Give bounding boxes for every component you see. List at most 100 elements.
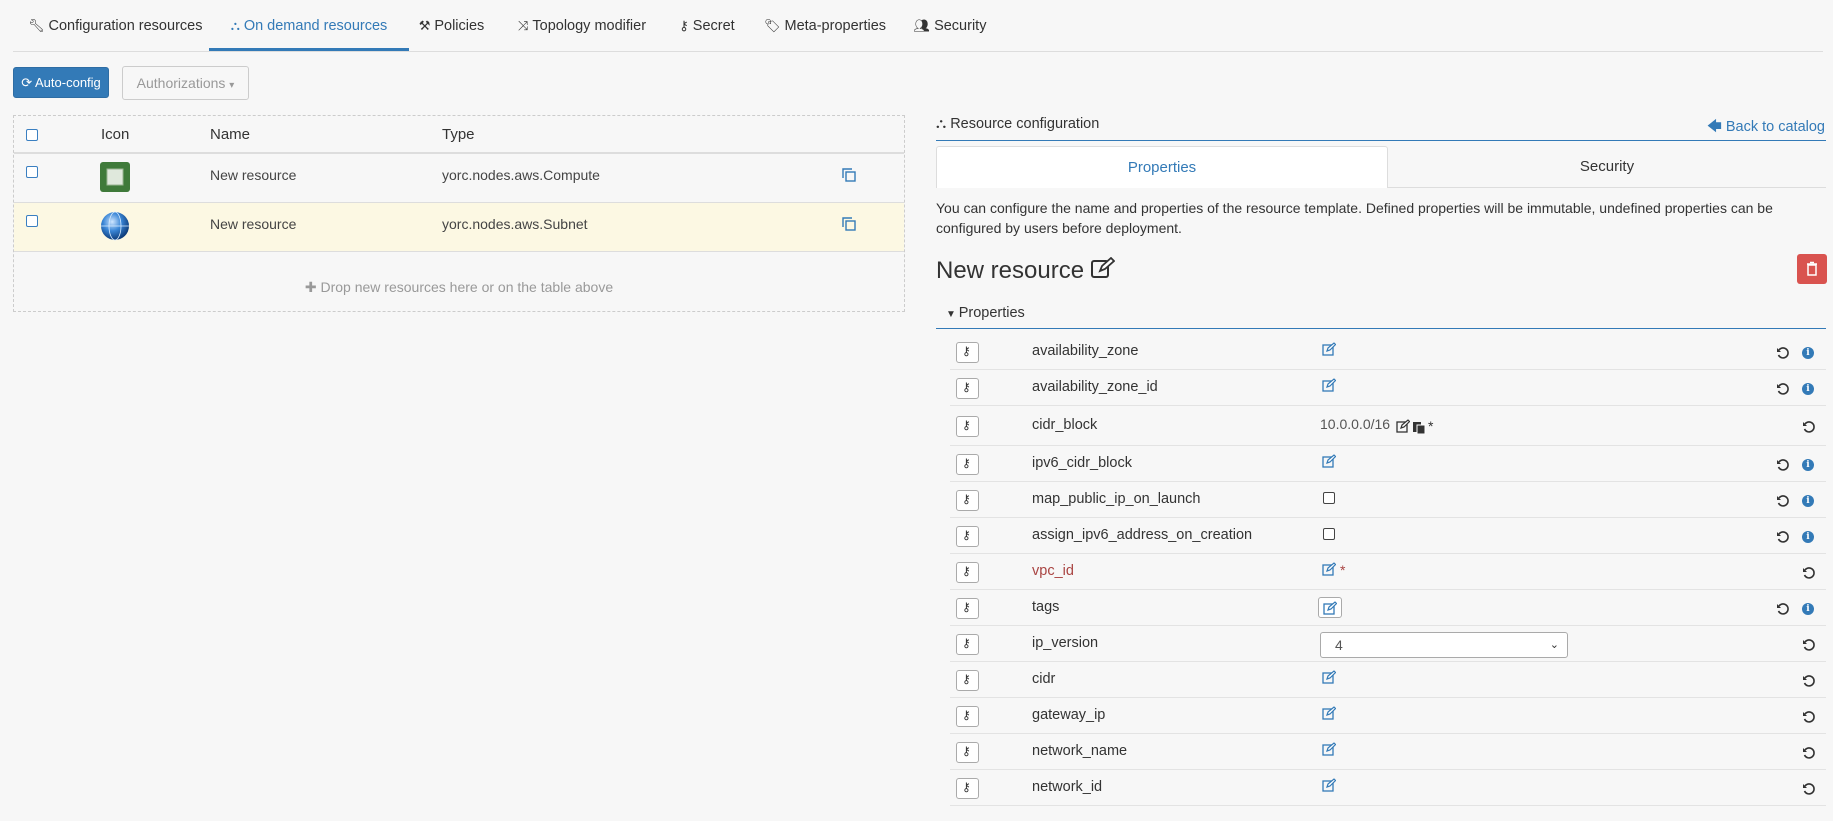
- tab-configuration-resources[interactable]: 🔧︎ Configuration resources: [28, 0, 202, 52]
- edit-value-icon[interactable]: [1322, 742, 1337, 756]
- properties-section-label: Properties: [958, 305, 1025, 321]
- tab-label: Configuration resources: [48, 18, 203, 34]
- row-checkbox[interactable]: [26, 215, 38, 227]
- authorizations-dropdown[interactable]: Authorizations ▾: [122, 66, 249, 100]
- delete-button[interactable]: [1797, 254, 1827, 284]
- key-icon: ⚷: [962, 672, 971, 686]
- chevron-down-icon: ⌄: [1549, 639, 1559, 651]
- tab-policies[interactable]: ⚒︎ Policies: [409, 0, 494, 52]
- copy-icon[interactable]: [842, 217, 856, 231]
- resource-title-text: New resource: [936, 257, 1085, 284]
- ip-version-select[interactable]: 4 ⌄: [1320, 632, 1568, 658]
- reset-icon[interactable]: [1776, 458, 1790, 472]
- column-header-type: Type: [442, 126, 475, 143]
- key-toggle-button[interactable]: ⚷: [956, 526, 979, 547]
- key-toggle-button[interactable]: ⚷: [956, 416, 979, 437]
- key-toggle-button[interactable]: ⚷: [956, 670, 979, 691]
- key-icon: ⚷: [679, 18, 689, 33]
- tab-meta-properties[interactable]: 🏷︎ Meta-properties: [755, 0, 895, 52]
- authorizations-label: Authorizations: [136, 75, 226, 91]
- reset-icon[interactable]: [1802, 746, 1816, 760]
- tab-on-demand-resources[interactable]: ⛬ On demand resources: [209, 0, 409, 51]
- property-row: ⚷ assign_ipv6_address_on_creation i: [950, 518, 1826, 554]
- reset-icon[interactable]: [1802, 710, 1816, 724]
- edit-value-icon[interactable]: [1322, 670, 1337, 684]
- edit-value-icon[interactable]: [1322, 706, 1337, 720]
- key-toggle-button[interactable]: ⚷: [956, 634, 979, 655]
- edit-tags-button[interactable]: [1318, 597, 1342, 618]
- key-toggle-button[interactable]: ⚷: [956, 706, 979, 727]
- column-header-name: Name: [210, 126, 251, 143]
- reset-icon[interactable]: [1802, 674, 1816, 688]
- property-checkbox[interactable]: [1323, 528, 1335, 540]
- select-all-checkbox[interactable]: [26, 129, 38, 141]
- row-checkbox[interactable]: [26, 166, 38, 178]
- info-icon[interactable]: i: [1802, 603, 1814, 615]
- properties-section-toggle[interactable]: ▼ Properties: [946, 305, 1025, 321]
- edit-value-icon[interactable]: [1322, 778, 1337, 792]
- edit-value-icon[interactable]: [1396, 419, 1411, 433]
- resource-type: yorc.nodes.aws.Subnet: [442, 216, 588, 232]
- key-toggle-button[interactable]: ⚷: [956, 778, 979, 799]
- paste-icon[interactable]: [1412, 420, 1426, 435]
- property-name: network_name: [1032, 743, 1128, 759]
- reset-icon[interactable]: [1802, 782, 1816, 796]
- edit-value-icon[interactable]: [1322, 342, 1337, 356]
- property-row: ⚷ vpc_id *: [950, 554, 1826, 590]
- table-row[interactable]: New resource yorc.nodes.aws.Subnet: [14, 203, 904, 252]
- tab-security[interactable]: 👥︎ Security: [904, 0, 996, 52]
- required-marker: *: [1340, 562, 1346, 578]
- table-row[interactable]: New resource yorc.nodes.aws.Compute: [14, 154, 904, 203]
- reset-icon[interactable]: [1776, 530, 1790, 544]
- info-icon[interactable]: i: [1802, 383, 1814, 395]
- info-icon[interactable]: i: [1802, 531, 1814, 543]
- key-toggle-button[interactable]: ⚷: [956, 342, 979, 363]
- edit-value-icon[interactable]: [1322, 454, 1337, 468]
- property-name: cidr_block: [1032, 417, 1098, 433]
- tab-security-panel[interactable]: Security: [1388, 146, 1826, 188]
- reset-icon[interactable]: [1776, 346, 1790, 360]
- info-icon[interactable]: i: [1802, 495, 1814, 507]
- property-value[interactable]: 10.0.0.0/16: [1320, 416, 1390, 432]
- drop-zone[interactable]: ✚ Drop new resources here or on the tabl…: [14, 279, 904, 296]
- edit-value-icon: [1323, 601, 1338, 618]
- edit-name-icon[interactable]: [1090, 256, 1116, 279]
- key-toggle-button[interactable]: ⚷: [956, 378, 979, 399]
- reset-icon[interactable]: [1776, 494, 1790, 508]
- reset-icon[interactable]: [1802, 420, 1816, 434]
- resources-table: Icon Name Type New resource yorc.nodes.a…: [13, 115, 905, 312]
- key-toggle-button[interactable]: ⚷: [956, 490, 979, 511]
- key-toggle-button[interactable]: ⚷: [956, 598, 979, 619]
- property-name: availability_zone_id: [1032, 379, 1158, 395]
- reset-icon[interactable]: [1802, 566, 1816, 580]
- key-toggle-button[interactable]: ⚷: [956, 742, 979, 763]
- key-icon: ⚷: [962, 780, 971, 794]
- copy-icon[interactable]: [842, 168, 856, 182]
- tab-properties[interactable]: Properties: [936, 146, 1388, 188]
- property-checkbox[interactable]: [1323, 492, 1335, 504]
- edit-value-icon[interactable]: [1322, 378, 1337, 392]
- info-icon[interactable]: i: [1802, 459, 1814, 471]
- tab-topology-modifier[interactable]: ⤨ Topology modifier: [507, 0, 657, 52]
- auto-config-label: Auto-config: [35, 75, 101, 90]
- edit-value-icon[interactable]: [1322, 562, 1337, 576]
- key-icon: ⚷: [962, 528, 971, 542]
- reset-icon[interactable]: [1776, 602, 1790, 616]
- key-toggle-button[interactable]: ⚷: [956, 562, 979, 583]
- property-name: ipv6_cidr_block: [1032, 455, 1132, 471]
- reset-icon[interactable]: [1802, 638, 1816, 652]
- property-row: ⚷ network_name: [950, 734, 1826, 770]
- back-to-catalog-link[interactable]: 🡄 Back to catalog: [1707, 116, 1825, 141]
- info-icon[interactable]: i: [1802, 347, 1814, 359]
- key-toggle-button[interactable]: ⚷: [956, 454, 979, 475]
- reset-icon[interactable]: [1776, 382, 1790, 396]
- property-row: ⚷ gateway_ip: [950, 698, 1826, 734]
- auto-config-button[interactable]: ⟳ Auto-config: [13, 67, 109, 98]
- property-row: ⚷ cidr: [950, 662, 1826, 698]
- select-value: 4: [1335, 637, 1343, 653]
- property-name: vpc_id: [1032, 563, 1074, 579]
- property-row: ⚷ network_id: [950, 770, 1826, 806]
- trash-icon: [1807, 261, 1817, 276]
- tab-secret[interactable]: ⚷ Secret: [668, 0, 746, 52]
- key-icon: ⚷: [962, 636, 971, 650]
